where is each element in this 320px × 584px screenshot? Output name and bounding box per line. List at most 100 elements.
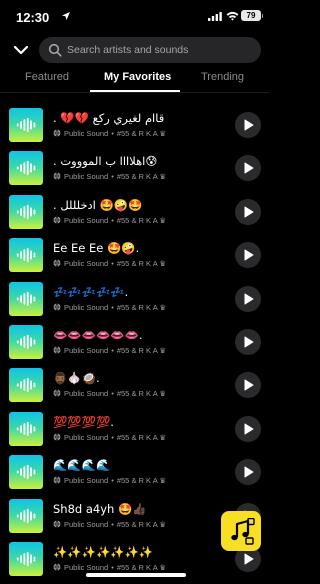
play-icon [244,336,254,348]
waveform-icon [16,291,36,307]
sound-row[interactable]: . ادخلللل 🤩🤪🤩 Public Sound • #55 & R K A ♛ [0,195,270,239]
search-input[interactable] [67,37,255,63]
sound-thumbnail [9,238,43,272]
sound-meta: Public Sound • #55 & R K A ♛ [53,128,166,140]
sound-row[interactable]: 🌊🌊🌊🌊 Public Sound • #55 & R K A ♛ [0,455,270,499]
globe-icon [53,259,61,267]
sound-row[interactable]: Ee Ee Ee 🤩🤪. Public Sound • #55 & R K A ♛ [0,238,270,282]
separator-dot: • [111,129,114,138]
globe-icon [53,563,61,571]
waveform-icon [16,551,36,567]
waveform-icon [16,377,36,393]
status-bar: 12:30 79 [0,0,270,34]
play-button[interactable] [235,155,261,181]
sound-meta: Public Sound • #55 & R K A ♛ [53,171,166,183]
location-arrow-icon [62,12,70,20]
sound-row[interactable]: 🧔🏾‍♂️🧄🥥. Public Sound • #55 & R K A ♛ [0,368,270,412]
sound-author: #55 & R K A ♛ [116,520,167,529]
waveform-icon [16,334,36,350]
waveform-icon [16,508,36,524]
play-icon [244,423,254,435]
separator-dot: • [111,476,114,485]
sound-author: #55 & R K A ♛ [116,216,167,225]
sound-thumbnail [9,325,43,359]
sound-type: Public Sound [64,303,109,312]
sound-row[interactable]: 💤💤💤💤💤. Public Sound • #55 & R K A ♛ [0,282,270,326]
play-button[interactable] [235,112,261,138]
cellular-signal-icon [208,12,222,21]
sound-title: . اهلاااا ب الموووت😰 [53,154,158,168]
play-button[interactable] [235,242,261,268]
play-icon [244,293,254,305]
waveform-icon [16,421,36,437]
sound-thumbnail [9,368,43,402]
play-button[interactable] [235,286,261,312]
waveform-icon [16,117,36,133]
sound-author: #55 & R K A ♛ [116,303,167,312]
sound-author: #55 & R K A ♛ [116,389,167,398]
sound-thumbnail [9,151,43,185]
globe-icon [53,433,61,441]
sound-title: . 💔💔 قاام لغيري ركع [53,111,165,125]
sound-thumbnail [9,499,43,533]
sound-row[interactable]: Public Sound•#55 & R K A ♛ [0,80,270,88]
home-indicator [86,573,186,577]
sound-type: Public Sound [64,563,109,572]
play-icon [244,162,254,174]
sound-title: 🧔🏾‍♂️🧄🥥. [53,371,100,385]
waveform-icon [16,247,36,263]
separator-dot: • [111,346,114,355]
waveform-icon [16,160,36,176]
sound-type: Public Sound [64,172,109,181]
sound-author: #55 & R K A ♛ [116,476,167,485]
globe-icon [53,303,61,311]
sound-meta: Public Sound • #55 & R K A ♛ [53,388,166,400]
globe-icon [53,476,61,484]
search-icon [48,43,62,57]
sound-row[interactable]: . 💔💔 قاام لغيري ركع Public Sound • #55 & R … [0,108,270,152]
globe-icon [53,389,61,397]
sound-meta: Public Sound • #55 & R K A ♛ [53,345,166,357]
sound-row[interactable]: 💯💯💯💯. Public Sound • #55 & R K A ♛ [0,412,270,456]
play-icon [244,379,254,391]
play-button[interactable] [235,199,261,225]
wifi-icon [226,11,239,21]
sound-thumbnail [9,455,43,489]
waveform-icon [16,464,36,480]
separator-dot: • [111,433,114,442]
sound-thumbnail [9,108,43,142]
search-bar[interactable] [39,37,261,63]
sound-type: Public Sound [64,129,109,138]
sound-type: Public Sound [64,259,109,268]
play-button[interactable] [235,372,261,398]
globe-icon [53,129,61,137]
sound-thumbnail [9,542,43,576]
sound-type: Public Sound [64,216,109,225]
sound-meta: Public Sound • #55 & R K A ♛ [53,258,166,270]
play-icon [244,119,254,131]
sound-thumbnail [9,195,43,229]
separator-dot: • [111,303,114,312]
play-icon [244,553,254,565]
sound-thumbnail [9,282,43,316]
sound-list[interactable]: Public Sound•#55 & R K A ♛. 💔💔 قاام لغير… [0,80,270,584]
separator-dot: • [111,216,114,225]
play-button[interactable] [235,416,261,442]
sound-row[interactable]: 👄👄👄👄👄👄. Public Sound • #55 & R K A ♛ [0,325,270,369]
sound-title: 💤💤💤💤💤. [53,285,129,299]
play-button[interactable] [235,329,261,355]
separator-dot: • [111,259,114,268]
sound-type: Public Sound [64,476,109,485]
sound-type: Public Sound [64,433,109,442]
play-button[interactable] [235,459,261,485]
sound-sync-button[interactable] [221,511,261,551]
sound-meta: Public Sound • #55 & R K A ♛ [53,519,166,531]
sound-row[interactable]: . اهلاااا ب الموووت😰 Public Sound • #55 & R… [0,151,270,195]
sound-meta: Public Sound • #55 & R K A ♛ [53,432,166,444]
sound-title: Ee Ee Ee 🤩🤪. [53,241,140,255]
sound-author: #55 & R K A ♛ [116,346,167,355]
sound-type: Public Sound [64,389,109,398]
sound-title: 🌊🌊🌊🌊 [53,458,111,472]
chevron-down-icon[interactable] [12,41,30,59]
sound-author: #55 & R K A ♛ [116,172,167,181]
